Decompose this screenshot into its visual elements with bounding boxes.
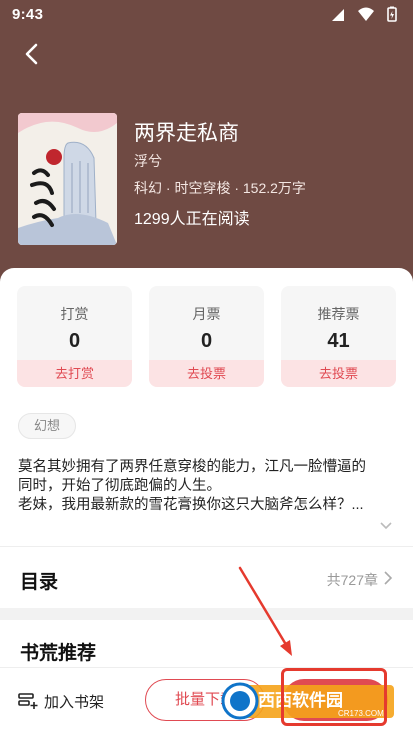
- status-time: 9:43: [12, 6, 44, 23]
- book-title: 两界走私商: [134, 122, 239, 145]
- section-gap: [0, 608, 413, 620]
- add-to-shelf-button[interactable]: 加入书架: [18, 690, 104, 712]
- catalog-row[interactable]: 目录 共727章: [0, 548, 413, 608]
- back-arrow-icon[interactable]: [18, 40, 46, 68]
- chevron-right-icon: [384, 571, 393, 585]
- expand-chevron-icon[interactable]: [379, 520, 393, 532]
- book-author[interactable]: 浮兮: [134, 151, 162, 171]
- catalog-label: 目录: [20, 572, 59, 593]
- annotation-arrow-icon: [238, 566, 292, 656]
- divider: [0, 546, 413, 547]
- signal-icon: [332, 9, 344, 21]
- add-to-shelf-label: 加入书架: [44, 693, 105, 711]
- annotation-highlight-box: [281, 668, 387, 726]
- reward-button[interactable]: 去打赏: [17, 360, 132, 387]
- intro-paragraph: 莫名其妙拥有了两界任意穿梭的能力，江凡一脸懵逼的同时，开始了彻底跑偏的人生。: [18, 459, 366, 494]
- book-cover[interactable]: [18, 113, 117, 245]
- cover-art-icon: [18, 113, 117, 245]
- genre-tag[interactable]: 幻想: [18, 413, 76, 439]
- stat-value: 0: [68, 330, 81, 352]
- stat-reward: 打赏 0 去打赏: [17, 286, 132, 387]
- stat-label: 推荐票: [317, 306, 360, 322]
- book-meta: 科幻 · 时空穿梭 · 152.2万字: [134, 180, 306, 196]
- stat-label: 打赏: [60, 306, 89, 322]
- book-intro[interactable]: 莫名其妙拥有了两界任意穿梭的能力，江凡一脸懵逼的同时，开始了彻底跑偏的人生。 老…: [18, 458, 373, 515]
- chapter-count: 共727章: [326, 572, 378, 588]
- intro-paragraph: 老妹，我用最新款的雪花膏换你这只大脑斧怎么样？...: [18, 497, 364, 513]
- stat-recommend-ticket: 推荐票 41 去投票: [281, 286, 396, 387]
- wifi-icon: [358, 7, 374, 21]
- stat-label: 月票: [192, 306, 221, 322]
- stat-value: 41: [327, 330, 350, 352]
- battery-icon: [387, 6, 397, 22]
- stat-value: 0: [200, 330, 213, 352]
- bookshelf-add-icon: [18, 693, 38, 709]
- status-bar: 9:43: [0, 0, 413, 30]
- vote-recommend-button[interactable]: 去投票: [281, 360, 396, 387]
- stat-monthly-ticket: 月票 0 去投票: [149, 286, 264, 387]
- recommend-section-title: 书荒推荐: [20, 643, 97, 664]
- reader-count: 1299人正在阅读: [134, 211, 250, 228]
- vote-monthly-button[interactable]: 去投票: [149, 360, 264, 387]
